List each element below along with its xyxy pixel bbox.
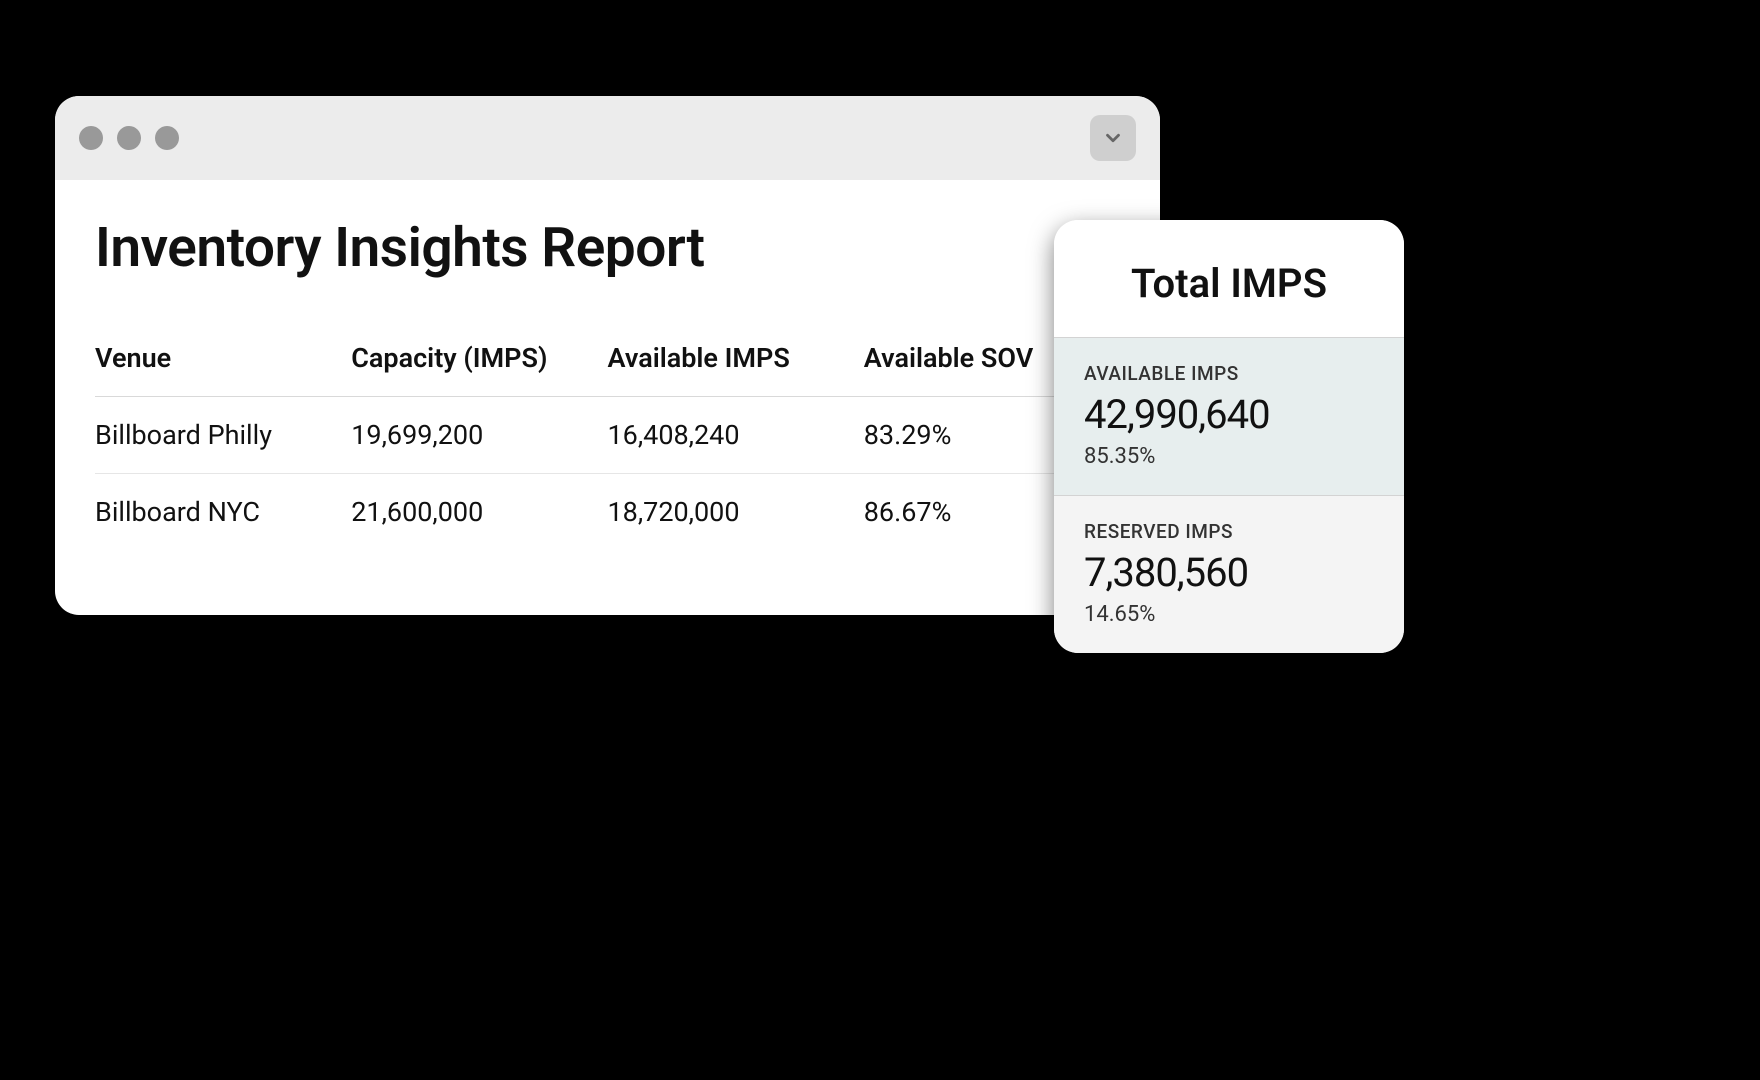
summary-title: Total IMPS [1084,260,1374,307]
summary-available-value: 42,990,640 [1084,391,1374,438]
cell-venue: Billboard NYC [95,474,351,551]
traffic-light-maximize-icon[interactable] [155,126,179,150]
summary-reserved-pct: 14.65% [1084,602,1374,627]
page-title: Inventory Insights Report [95,216,1120,280]
summary-available-label: AVAILABLE IMPS [1084,362,1374,385]
cell-capacity: 21,600,000 [351,474,607,551]
cell-available: 18,720,000 [608,474,864,551]
traffic-light-close-icon[interactable] [79,126,103,150]
chevron-down-icon [1102,127,1124,149]
table-row: Billboard Philly 19,699,200 16,408,240 8… [95,397,1120,474]
table-row: Billboard NYC 21,600,000 18,720,000 86.6… [95,474,1120,551]
report-content: Inventory Insights Report Venue Capacity… [55,180,1160,550]
cell-available: 16,408,240 [608,397,864,474]
collapse-button[interactable] [1090,115,1136,161]
summary-card: Total IMPS AVAILABLE IMPS 42,990,640 85.… [1054,220,1404,653]
report-window: Inventory Insights Report Venue Capacity… [55,96,1160,615]
summary-block-available: AVAILABLE IMPS 42,990,640 85.35% [1054,338,1404,496]
cell-capacity: 19,699,200 [351,397,607,474]
summary-block-reserved: RESERVED IMPS 7,380,560 14.65% [1054,496,1404,653]
column-header-venue: Venue [95,320,351,397]
column-header-available: Available IMPS [608,320,864,397]
summary-reserved-label: RESERVED IMPS [1084,520,1374,543]
traffic-lights [79,126,179,150]
window-titlebar [55,96,1160,180]
table-header-row: Venue Capacity (IMPS) Available IMPS Ava… [95,320,1120,397]
summary-header: Total IMPS [1054,220,1404,338]
traffic-light-minimize-icon[interactable] [117,126,141,150]
inventory-table: Venue Capacity (IMPS) Available IMPS Ava… [95,320,1120,550]
summary-available-pct: 85.35% [1084,444,1374,469]
cell-venue: Billboard Philly [95,397,351,474]
summary-reserved-value: 7,380,560 [1084,549,1374,596]
column-header-capacity: Capacity (IMPS) [351,320,607,397]
